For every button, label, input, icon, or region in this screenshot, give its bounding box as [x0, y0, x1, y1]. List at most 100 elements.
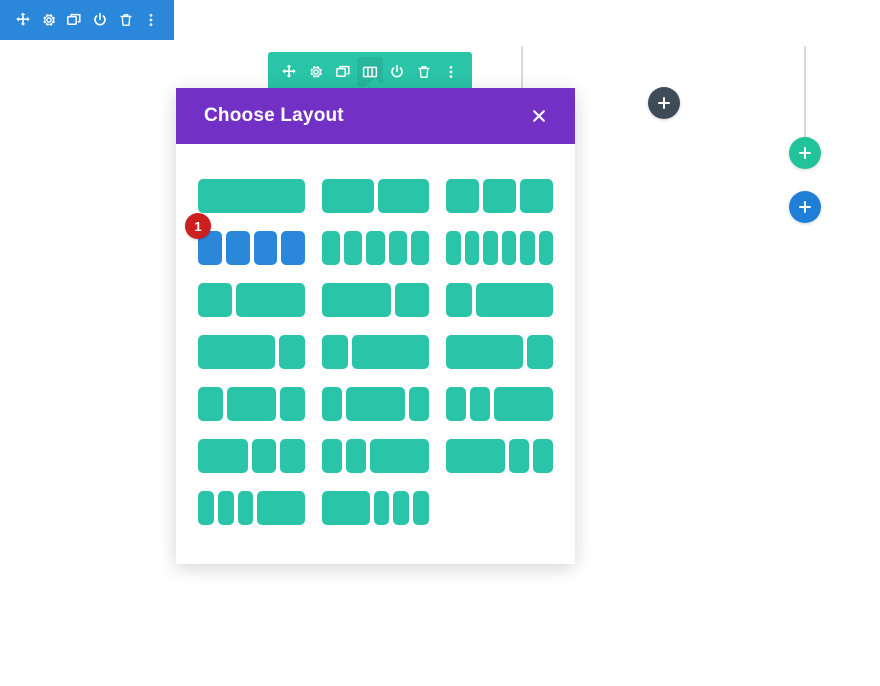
layout-column [377, 179, 429, 213]
layout-preview [322, 179, 429, 213]
layout-column [344, 231, 363, 265]
layout-preview [198, 491, 305, 525]
layout-column [413, 491, 429, 525]
power-icon[interactable] [87, 0, 113, 40]
layout-column [501, 231, 516, 265]
layout-preview [198, 283, 305, 317]
layout-column [322, 335, 348, 369]
layout-row [198, 430, 553, 482]
layout-column [351, 335, 429, 369]
layout-column [520, 231, 535, 265]
layout-preview [322, 335, 429, 369]
duplicate-icon[interactable] [330, 52, 357, 92]
layout-column [251, 439, 277, 473]
layout-column [226, 387, 277, 421]
layout-1-4-3-4-b[interactable] [322, 326, 429, 378]
layout-column [322, 491, 370, 525]
layout-column [198, 387, 223, 421]
layout-column [366, 231, 385, 265]
layout-column [198, 179, 305, 213]
layout-1-col[interactable] [198, 170, 305, 222]
layout-preview [446, 179, 553, 213]
layout-1-5-1-5-3-5-b[interactable] [322, 430, 429, 482]
layout-1-4-3-4[interactable] [446, 274, 553, 326]
layout-preview [198, 231, 305, 265]
layout-preview [198, 439, 305, 473]
layout-3-5-1-5-1-5[interactable] [446, 430, 553, 482]
layout-column [410, 231, 430, 265]
layout-column [279, 335, 305, 369]
layout-column [198, 335, 276, 369]
layout-row [198, 274, 553, 326]
layout-2-col[interactable] [322, 170, 429, 222]
add-row-button[interactable] [789, 137, 821, 169]
trash-icon[interactable] [113, 0, 139, 40]
add-module-button[interactable] [648, 87, 680, 119]
layout-column [322, 387, 342, 421]
layout-column [280, 387, 305, 421]
layout-column [475, 283, 553, 317]
layout-column [409, 387, 429, 421]
layout-column [388, 231, 407, 265]
layout-column [446, 283, 472, 317]
layout-column [345, 387, 406, 421]
layout-preview [322, 439, 429, 473]
layout-1-2-1-6-1-6-1-6[interactable] [322, 482, 429, 534]
gear-icon[interactable] [303, 52, 330, 92]
layout-column [394, 283, 429, 317]
choose-layout-modal: Choose Layout 1 [176, 88, 575, 564]
add-section-button[interactable] [789, 191, 821, 223]
layout-preview [198, 335, 305, 369]
layout-1-3-2-3[interactable] [198, 274, 305, 326]
layout-1-4-1-2-1-4[interactable] [198, 378, 305, 430]
layout-column [393, 491, 410, 525]
layout-preview [322, 283, 429, 317]
layout-preview [198, 179, 305, 213]
close-icon[interactable] [525, 102, 553, 130]
layout-row: 1 [185, 213, 553, 274]
ellipsis-vertical-icon[interactable] [437, 52, 464, 92]
duplicate-icon[interactable] [61, 0, 87, 40]
layout-1-5-3-5-1-5[interactable] [322, 378, 429, 430]
row-guide-right [804, 46, 806, 146]
layout-3-4-1-4-b[interactable] [446, 326, 553, 378]
layout-column [464, 231, 479, 265]
layout-column [493, 387, 553, 421]
layout-row [198, 482, 553, 534]
gear-icon[interactable] [36, 0, 62, 40]
layout-5-col[interactable] [322, 222, 430, 274]
layout-preview [446, 231, 553, 265]
layout-column [198, 283, 233, 317]
layout-column [225, 231, 250, 265]
layout-1-2-1-4-1-4[interactable] [198, 430, 305, 482]
layout-column [446, 335, 524, 369]
move-arrows-icon[interactable] [10, 0, 36, 40]
layout-2-3-1-3[interactable] [322, 274, 429, 326]
layout-column [198, 439, 248, 473]
layout-column [373, 491, 390, 525]
layout-column [253, 231, 278, 265]
layout-column [538, 231, 553, 265]
layout-column [446, 179, 479, 213]
layout-column [446, 231, 461, 265]
layout-column [520, 179, 553, 213]
layout-column [533, 439, 553, 473]
layout-4-col[interactable]: 1 [185, 213, 305, 274]
page-title: Choose Layout [204, 105, 344, 126]
layout-3-col[interactable] [446, 170, 553, 222]
trash-icon[interactable] [410, 52, 437, 92]
ellipsis-vertical-icon[interactable] [138, 0, 164, 40]
layout-row [198, 326, 553, 378]
layout-grid: 1 [176, 144, 575, 564]
plus-icon [799, 147, 811, 159]
layout-3-4-1-4[interactable] [198, 326, 305, 378]
layout-column [281, 231, 305, 265]
layout-6-col[interactable] [446, 222, 553, 274]
move-arrows-icon[interactable] [276, 52, 303, 92]
layout-1-6-1-6-1-6-1-2[interactable] [198, 482, 305, 534]
layout-column [236, 283, 305, 317]
layout-1-5-1-5-3-5[interactable] [446, 378, 553, 430]
section-settings-toolbar[interactable] [0, 0, 174, 40]
layout-row [198, 170, 553, 222]
builder-canvas: Choose Layout 1 [0, 0, 880, 686]
